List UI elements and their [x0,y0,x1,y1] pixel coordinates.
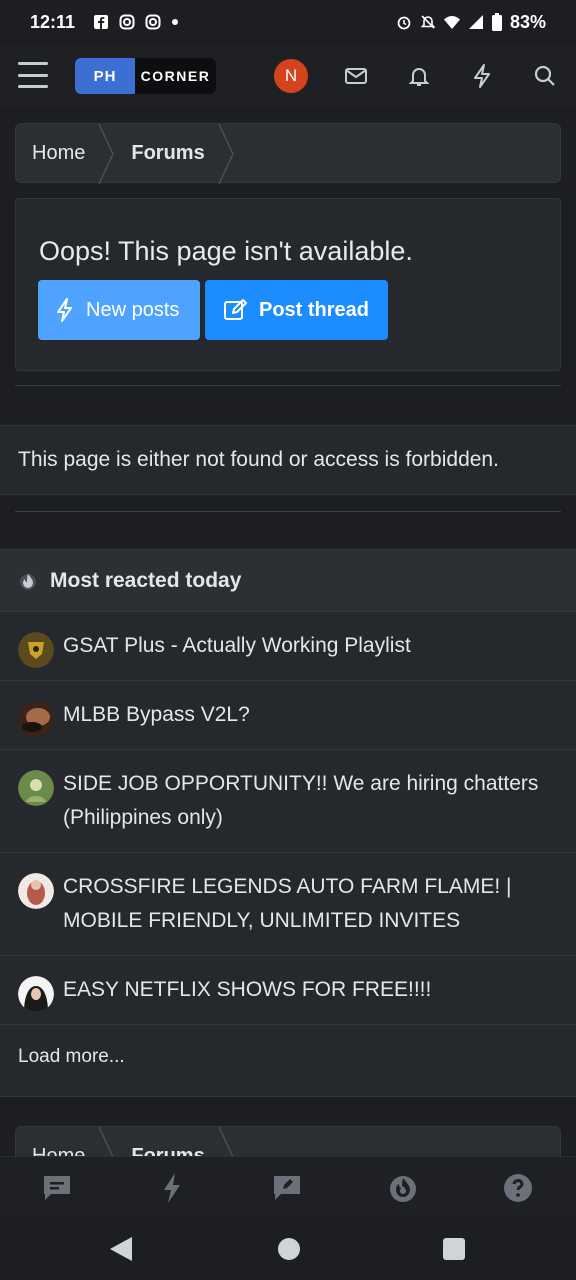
notification-dot-icon [172,19,179,25]
divider [15,385,561,386]
error-message: This page is either not found or access … [0,425,576,495]
flame-icon [390,1176,416,1202]
list-item[interactable]: SIDE JOB OPPORTUNITY!! We are hiring cha… [0,750,576,853]
load-more-link[interactable]: Load more... [0,1025,576,1089]
status-bar: 12:11 83% [0,0,576,44]
mail-icon[interactable] [342,62,370,90]
breadcrumb-separator-icon [98,124,115,184]
list-item[interactable]: GSAT Plus - Actually Working Playlist [0,612,576,681]
breadcrumb-forums[interactable]: Forums [115,1127,234,1156]
breadcrumb-separator-icon [218,124,234,184]
search-icon[interactable] [531,62,559,90]
battery-icon [491,13,502,31]
status-time: 12:11 [30,11,76,32]
post-thread-button[interactable]: Post thread [205,280,388,340]
edit-icon [224,299,247,320]
menu-icon[interactable] [18,62,48,88]
breadcrumb-separator-icon [218,1127,234,1156]
mute-icon [420,15,436,29]
chat-icon [44,1176,70,1200]
top-app-bar: PH CORNER N [0,44,576,108]
help-icon [504,1174,532,1202]
instagram-icon [145,14,161,30]
thread-title: CROSSFIRE LEGENDS AUTO FARM FLAME! | MOB… [63,875,512,932]
breadcrumb-forums-label: Forums [131,141,205,164]
breadcrumb-home[interactable]: Home [16,1127,115,1156]
tab-post-thread[interactable] [270,1171,304,1205]
new-posts-button[interactable]: New posts [38,280,200,340]
divider [15,511,561,512]
home-icon[interactable] [277,1237,301,1261]
signal-icon [468,15,483,29]
thread-title: EASY NETFLIX SHOWS FOR FREE!!!! [63,978,432,1001]
breadcrumb-home-label: Home [32,1144,86,1157]
tab-trending[interactable] [386,1171,420,1205]
widget-title: Most reacted today [50,568,242,592]
logo-corner-text: CORNER [140,68,211,84]
tab-forums[interactable] [40,1171,74,1205]
notice-block: Oops! This page isn't available. New pos… [15,198,561,371]
list-item[interactable]: MLBB Bypass V2L? [0,681,576,750]
avatar [18,873,54,909]
breadcrumb-home-label: Home [32,141,86,164]
alarm-icon [397,16,411,30]
new-posts-label: New posts [86,298,180,321]
back-icon[interactable] [108,1235,134,1263]
bolt-icon [57,298,72,322]
compose-icon [274,1176,300,1200]
bolt-icon [164,1173,180,1203]
facebook-icon [94,15,109,29]
logo-ph-text: PH [75,58,135,94]
avatar [18,632,54,668]
bell-icon[interactable] [405,62,433,90]
post-thread-label: Post thread [259,298,370,321]
breadcrumb: Home Forums [15,123,561,184]
thread-title: GSAT Plus - Actually Working Playlist [63,634,411,657]
breadcrumb-home[interactable]: Home [16,124,115,184]
user-avatar[interactable]: N [274,59,308,93]
avatar [18,770,54,806]
widget-header: Most reacted today [0,550,576,612]
main-content: Home Forums Oops! This page isn't availa… [0,108,576,1156]
system-nav-bar [0,1218,576,1280]
thread-title: MLBB Bypass V2L? [63,703,250,726]
wifi-icon [443,16,460,29]
bolt-icon[interactable] [468,62,496,90]
site-logo[interactable]: PH CORNER [75,58,216,94]
most-reacted-widget: Most reacted today GSAT Plus - Actually … [0,549,576,1097]
list-item[interactable]: CROSSFIRE LEGENDS AUTO FARM FLAME! | MOB… [0,853,576,956]
breadcrumb-bottom: Home Forums [15,1126,561,1156]
tab-help[interactable] [501,1171,535,1205]
tab-whats-new[interactable] [155,1171,189,1205]
battery-percentage: 83% [509,11,546,32]
breadcrumb-separator-icon [98,1127,114,1156]
breadcrumb-forums-label: Forums [131,1144,205,1157]
bottom-tab-bar [0,1156,576,1218]
page-title: Oops! This page isn't available. [39,236,413,266]
breadcrumb-forums[interactable]: Forums [115,124,234,184]
recents-icon[interactable] [442,1237,466,1261]
avatar [18,976,54,1012]
avatar [18,701,54,737]
flame-icon [20,573,36,590]
thread-title: SIDE JOB OPPORTUNITY!! We are hiring cha… [63,772,539,829]
list-item[interactable]: EASY NETFLIX SHOWS FOR FREE!!!! [0,956,576,1025]
instagram-icon [119,14,135,30]
